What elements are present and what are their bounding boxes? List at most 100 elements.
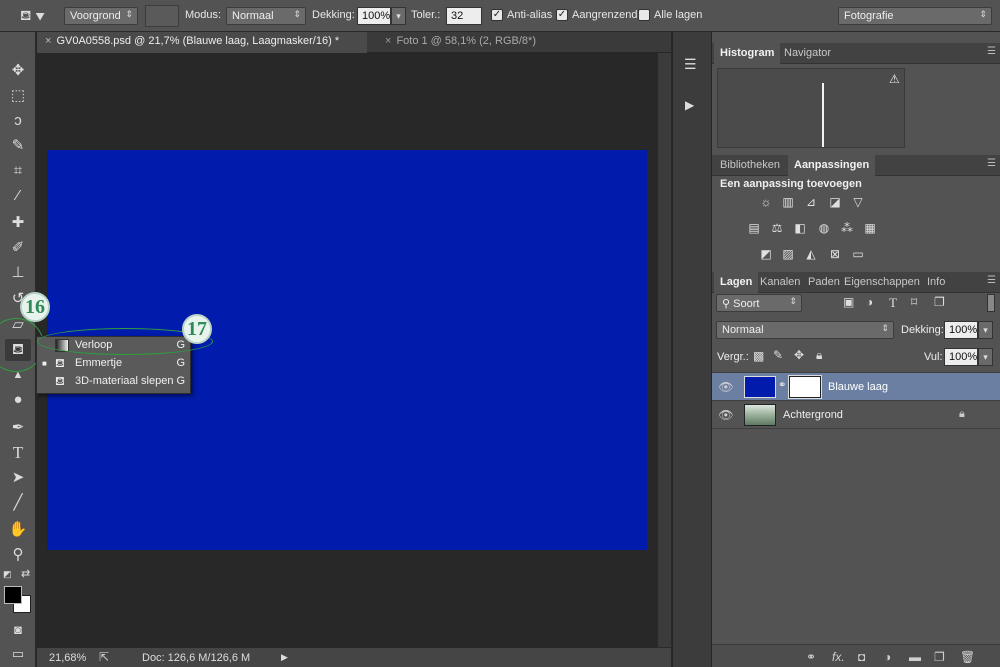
mask-link-icon[interactable]: ⚭ — [778, 380, 786, 391]
delete-layer-icon[interactable]: 🗑︎ — [960, 650, 975, 664]
new-layer-icon[interactable]: ❐ — [934, 650, 945, 664]
layer-row-achtergrond[interactable]: 👁︎ Achtergrond 🔒︎ — [712, 401, 1000, 429]
close-icon[interactable]: × — [385, 35, 391, 47]
lock-position-icon[interactable]: ✥ — [794, 348, 804, 362]
visibility-eye-icon[interactable]: 👁︎ — [718, 380, 734, 394]
tab-properties[interactable]: Eigenschappen — [838, 272, 926, 293]
move-tool-icon[interactable]: ✥ — [5, 60, 31, 82]
quick-selection-tool-icon[interactable]: ✎ — [5, 135, 31, 157]
history-panel-icon[interactable]: ☰ — [684, 56, 697, 73]
crop-tool-icon[interactable]: ⌗ — [5, 160, 31, 182]
all-layers-checkbox[interactable] — [638, 9, 650, 21]
panel-menu-icon[interactable]: ☰ — [987, 158, 996, 169]
layer-opacity-stepper[interactable]: ▾ — [978, 321, 993, 339]
panel-menu-icon[interactable]: ☰ — [987, 275, 996, 286]
opacity-stepper[interactable]: ▾ — [391, 7, 406, 25]
vibrance-icon[interactable]: ▽ — [850, 195, 866, 209]
tab-histogram[interactable]: Histogram — [714, 43, 781, 64]
levels-icon[interactable]: ▥ — [780, 195, 796, 209]
layer-fill-stepper[interactable]: ▾ — [978, 348, 993, 366]
tab-active-document[interactable]: × GV0A0558.psd @ 21,7% (Blauwe laag, Laag… — [37, 32, 367, 53]
exposure-icon[interactable]: ◪ — [827, 195, 843, 209]
tolerance-input[interactable]: 32 — [446, 7, 482, 25]
adjustment-layer-icon[interactable]: ◑ — [884, 650, 891, 664]
filter-adjustment-icon[interactable]: ◑ — [866, 295, 873, 309]
fill-source-dropdown[interactable]: Voorgrond ⇕ — [64, 7, 138, 25]
healing-brush-tool-icon[interactable]: ✚ — [5, 212, 31, 234]
layer-filter-dropdown[interactable]: ⚲ Soort ⇕ — [716, 294, 802, 312]
filter-type-icon[interactable]: T — [889, 295, 897, 311]
threshold-icon[interactable]: ◭ — [803, 247, 819, 261]
brightness-icon[interactable]: ☼ — [758, 195, 774, 209]
lock-transparent-icon[interactable]: ▩ — [753, 349, 764, 363]
black-white-icon[interactable]: ◧ — [792, 221, 808, 235]
tab-libraries[interactable]: Bibliotheken — [714, 155, 786, 176]
tab-channels[interactable]: Kanalen — [754, 272, 806, 293]
lock-pixels-icon[interactable]: ✎ — [773, 348, 783, 362]
pattern-picker[interactable] — [145, 5, 179, 27]
clone-stamp-tool-icon[interactable]: ⊥ — [5, 262, 31, 284]
contiguous-checkbox[interactable]: ✓ — [556, 9, 568, 21]
line-tool-icon[interactable]: ╱ — [5, 492, 31, 514]
layer-fill-input[interactable]: 100% — [944, 348, 978, 366]
layer-lock-icon[interactable]: 🔒︎ — [959, 408, 965, 421]
close-icon[interactable]: × — [45, 35, 51, 47]
status-menu-arrow-icon[interactable]: ▶ — [281, 652, 288, 663]
filter-shape-icon[interactable]: ⌑ — [911, 295, 917, 309]
default-colors-icon[interactable]: ◩ — [3, 569, 13, 579]
hue-saturation-icon[interactable]: ▤ — [746, 221, 762, 235]
tab-navigator[interactable]: Navigator — [778, 43, 837, 64]
panel-menu-icon[interactable]: ☰ — [987, 46, 996, 57]
marquee-tool-icon[interactable]: ⬚ — [5, 85, 31, 107]
pen-tool-icon[interactable]: ✒ — [5, 417, 31, 439]
dodge-tool-icon[interactable]: ● — [5, 389, 31, 411]
link-layers-icon[interactable]: ⚭ — [806, 650, 816, 664]
zoom-level[interactable]: 21,68% — [49, 652, 86, 664]
filter-toggle[interactable] — [987, 294, 995, 312]
layer-name[interactable]: Achtergrond — [783, 409, 843, 421]
color-lookup-icon[interactable]: ▦ — [862, 221, 878, 235]
anti-alias-checkbox[interactable]: ✓ — [491, 9, 503, 21]
selective-color-icon[interactable]: ⊠ — [827, 247, 843, 261]
tab-document-2[interactable]: × Foto 1 @ 58,1% (2, RGB/8*) — [377, 32, 577, 53]
screen-mode-icon[interactable]: ▭ — [5, 643, 31, 665]
vertical-scrollbar[interactable] — [657, 53, 671, 647]
quick-mask-icon[interactable]: ◙ — [5, 619, 31, 641]
curves-icon[interactable]: ⊿ — [803, 195, 819, 209]
layer-thumbnail[interactable] — [744, 376, 776, 398]
layer-opacity-input[interactable]: 100% — [944, 321, 978, 339]
lock-all-icon[interactable]: 🔒︎ — [816, 348, 822, 363]
warning-icon[interactable]: ⚠ — [889, 72, 900, 86]
color-balance-icon[interactable]: ⚖ — [769, 221, 785, 235]
hand-tool-icon[interactable]: ✋ — [5, 519, 31, 541]
invert-icon[interactable]: ◩ — [758, 247, 774, 261]
visibility-eye-icon[interactable]: 👁︎ — [718, 408, 734, 422]
tab-layers[interactable]: Lagen — [714, 272, 759, 293]
swap-colors-icon[interactable]: ⇄ — [21, 567, 30, 580]
brush-tool-icon[interactable]: ✐ — [5, 237, 31, 259]
foreground-color-swatch[interactable] — [4, 586, 22, 604]
eyedropper-tool-icon[interactable]: ⁄ — [5, 185, 31, 207]
actions-panel-icon[interactable]: ▶ — [685, 98, 694, 112]
lasso-tool-icon[interactable]: ↄ — [5, 110, 31, 132]
type-tool-icon[interactable]: T — [5, 442, 31, 464]
add-mask-icon[interactable]: ◘ — [858, 650, 865, 664]
tab-adjustments[interactable]: Aanpassingen — [788, 155, 876, 176]
menu-item-3d-material-drop[interactable]: ⛾ 3D-materiaal slepen G — [37, 373, 190, 391]
menu-item-paint-bucket[interactable]: ■ ⛾ Emmertje G — [37, 355, 190, 373]
paint-bucket-tool-preset-icon[interactable]: ⛾ ▾ — [20, 7, 48, 25]
layer-name[interactable]: Blauwe laag — [828, 381, 888, 393]
export-icon[interactable]: ⇱ — [99, 650, 109, 664]
zoom-tool-icon[interactable]: ⚲ — [5, 544, 31, 566]
posterize-icon[interactable]: ▨ — [780, 247, 796, 261]
layer-style-icon[interactable]: fx. — [832, 650, 845, 664]
photo-filter-icon[interactable]: ◍ — [816, 221, 832, 235]
mode-dropdown[interactable]: Normaal ⇕ — [226, 7, 306, 25]
new-group-icon[interactable]: ▬ — [909, 650, 921, 664]
opacity-input[interactable]: 100% — [357, 7, 391, 25]
workspace-dropdown[interactable]: Fotografie ⇕ — [838, 7, 992, 25]
layer-row-blauwe-laag[interactable]: 👁︎ ⚭ Blauwe laag — [712, 373, 1000, 401]
gradient-map-icon[interactable]: ▭ — [850, 247, 866, 261]
tab-info[interactable]: Info — [921, 272, 951, 293]
blend-mode-dropdown[interactable]: Normaal ⇕ — [716, 321, 894, 339]
